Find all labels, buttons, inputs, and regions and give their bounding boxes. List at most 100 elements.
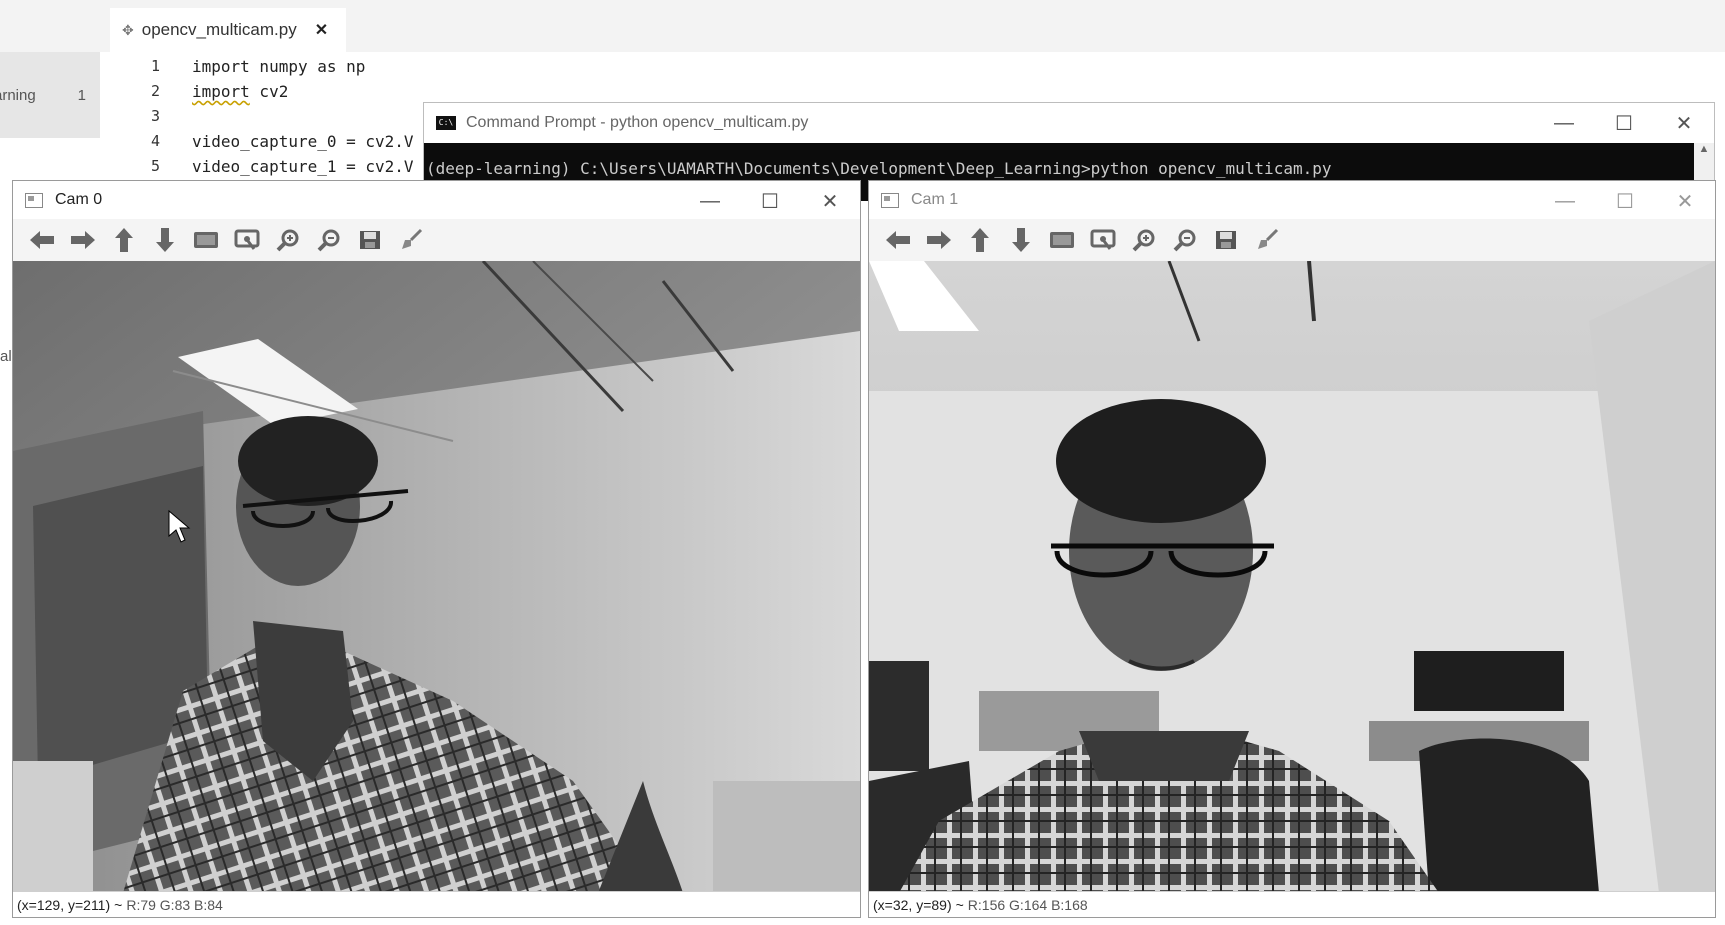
cam1-frame-image (869, 261, 1715, 893)
code-line[interactable] (192, 104, 414, 129)
pan-right-button[interactable] (918, 223, 959, 257)
line-number: 1 (150, 57, 160, 75)
cmd-titlebar[interactable]: C:\ Command Prompt - python opencv_multi… (424, 103, 1714, 143)
zoom-original-button[interactable] (1041, 223, 1082, 257)
close-tab-icon[interactable]: ✕ (315, 20, 328, 40)
code-line[interactable]: video_capture_0 = cv2.V (192, 129, 414, 154)
cam1-toolbar (869, 219, 1715, 261)
pan-down-icon (155, 228, 174, 252)
cam1-window-controls: — ☐ ✕ (1535, 181, 1715, 221)
pan-left-icon (885, 231, 910, 249)
code-line[interactable]: import cv2 (192, 79, 414, 104)
cmd-window-controls: — ☐ ✕ (1534, 103, 1714, 143)
sidebar-item-count: 1 (77, 86, 86, 104)
line-number: 4 (150, 132, 160, 150)
close-button[interactable]: ✕ (1655, 181, 1715, 221)
zoom-in-icon (1132, 229, 1154, 252)
zoom-out-button[interactable] (308, 223, 349, 257)
code-line[interactable]: import numpy as np (192, 54, 414, 79)
properties-button[interactable] (1246, 223, 1287, 257)
save-icon (1215, 231, 1236, 249)
line-number: 3 (150, 107, 160, 125)
save-button[interactable] (349, 223, 390, 257)
cam0-window[interactable]: Cam 0 — ☐ ✕ (x=129, y=211) ~ R:79 G:83 B… (12, 180, 861, 918)
zoom-original-icon (193, 232, 218, 248)
cmd-app-icon: C:\ (436, 116, 456, 130)
cam0-titlebar[interactable]: Cam 0 — ☐ ✕ (13, 181, 860, 219)
cmd-window-title: Command Prompt - python opencv_multicam.… (466, 114, 809, 131)
pan-left-icon (29, 231, 54, 249)
maximize-button[interactable]: ☐ (1594, 103, 1654, 143)
line-number-gutter: 1 2 3 4 5 (120, 54, 160, 179)
zoom-fit-icon (1090, 229, 1115, 250)
zoom-original-icon (1049, 232, 1074, 248)
cam1-video-frame[interactable] (869, 261, 1715, 893)
code-token: cv2 (249, 82, 289, 101)
python-file-icon: ✥ (122, 21, 134, 38)
cam1-window[interactable]: Cam 1 — ☐ ✕ (x=32, y=89) ~ R:156 G:164 B… (868, 180, 1716, 918)
pan-left-button[interactable] (21, 223, 62, 257)
zoom-fit-button[interactable] (1082, 223, 1123, 257)
save-icon (359, 231, 380, 249)
window-app-icon (881, 192, 899, 208)
minimize-button[interactable]: — (1534, 103, 1594, 143)
close-button[interactable]: ✕ (1654, 103, 1714, 143)
cam1-titlebar[interactable]: Cam 1 — ☐ ✕ (869, 181, 1715, 219)
pan-left-button[interactable] (877, 223, 918, 257)
pixel-rgb-value: R:156 G:164 B:168 (967, 896, 1088, 913)
zoom-original-button[interactable] (185, 223, 226, 257)
zoom-out-icon (317, 229, 339, 252)
properties-button[interactable] (390, 223, 431, 257)
properties-icon (401, 228, 422, 249)
editor-tab-bar: ✥ opencv_multicam.py ✕ (0, 0, 1725, 52)
zoom-fit-button[interactable] (226, 223, 267, 257)
cam0-window-title: Cam 0 (55, 191, 103, 208)
save-button[interactable] (1205, 223, 1246, 257)
scroll-up-icon[interactable]: ▲ (1699, 143, 1710, 155)
cam0-frame-image (13, 261, 860, 893)
cam0-toolbar (13, 219, 860, 261)
zoom-out-button[interactable] (1164, 223, 1205, 257)
close-button[interactable]: ✕ (800, 181, 860, 221)
pan-right-button[interactable] (62, 223, 103, 257)
code-line[interactable]: video_capture_1 = cv2.V (192, 154, 414, 179)
cam0-window-controls: — ☐ ✕ (680, 181, 860, 221)
pan-down-icon (1011, 228, 1030, 252)
pan-up-button[interactable] (103, 223, 144, 257)
sidebar-item-label: arning (0, 86, 36, 104)
window-app-icon (25, 192, 43, 208)
pan-right-icon (70, 231, 95, 249)
pan-up-button[interactable] (959, 223, 1000, 257)
pan-up-icon (970, 228, 989, 252)
status-separator: ~ (955, 896, 964, 913)
pixel-rgb-value: R:79 G:83 B:84 (126, 896, 223, 913)
zoom-out-icon (1173, 229, 1195, 252)
minimize-button[interactable]: — (680, 181, 740, 221)
maximize-button[interactable]: ☐ (740, 181, 800, 221)
maximize-button[interactable]: ☐ (1595, 181, 1655, 221)
code-keyword-warning: import (192, 82, 250, 101)
line-number: 5 (150, 157, 160, 175)
zoom-in-button[interactable] (1123, 223, 1164, 257)
pan-down-button[interactable] (144, 223, 185, 257)
sidebar-item-project[interactable]: arning 1 (0, 52, 100, 138)
cursor-coordinates: (x=129, y=211) (17, 896, 111, 913)
pan-up-icon (114, 228, 133, 252)
sidebar-clipped-text: al (0, 348, 12, 365)
editor-tab-label: opencv_multicam.py (141, 20, 297, 39)
cursor-coordinates: (x=32, y=89) (873, 896, 952, 913)
editor-tab[interactable]: ✥ opencv_multicam.py ✕ (110, 8, 347, 52)
cam0-video-frame[interactable] (13, 261, 860, 893)
line-number: 2 (150, 82, 160, 100)
zoom-fit-icon (234, 229, 259, 250)
console-line: (deep-learning) C:\Users\UAMARTH\Documen… (426, 159, 1332, 178)
cam0-status-bar: (x=129, y=211) ~ R:79 G:83 B:84 (13, 891, 860, 917)
status-separator: ~ (114, 896, 123, 913)
minimize-button[interactable]: — (1535, 181, 1595, 221)
code-area[interactable]: import numpy as np import cv2 video_capt… (192, 54, 414, 179)
zoom-in-button[interactable] (267, 223, 308, 257)
cam1-status-bar: (x=32, y=89) ~ R:156 G:164 B:168 (869, 891, 1715, 917)
pan-down-button[interactable] (1000, 223, 1041, 257)
cam1-window-title: Cam 1 (911, 191, 959, 208)
properties-icon (1257, 228, 1278, 249)
